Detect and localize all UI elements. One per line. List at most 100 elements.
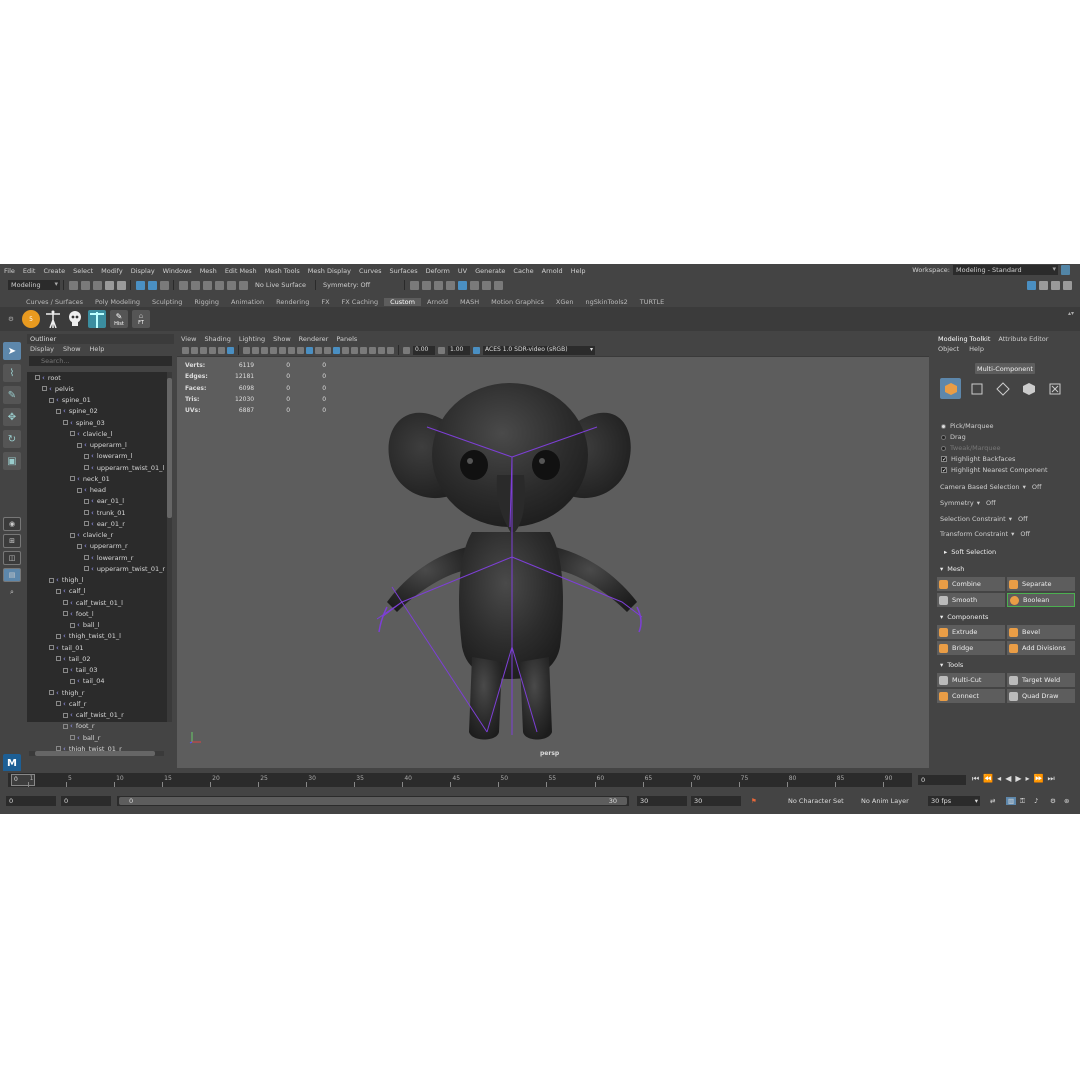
render-frame-icon[interactable] bbox=[421, 280, 431, 290]
antialias-icon[interactable] bbox=[378, 346, 385, 354]
select-by-object-icon[interactable] bbox=[147, 280, 157, 290]
select-by-hierarchy-icon[interactable] bbox=[135, 280, 145, 290]
expand-icon[interactable] bbox=[49, 397, 54, 403]
outliner-item-lowerarm-r[interactable]: ‹ lowerarm_r bbox=[84, 552, 133, 563]
hypershade-icon[interactable] bbox=[445, 280, 455, 290]
show-tool-settings-icon[interactable] bbox=[1051, 280, 1060, 290]
search-tool-icon[interactable]: ⌕ bbox=[3, 585, 21, 599]
menu-cache[interactable]: Cache bbox=[509, 267, 537, 275]
persp-graph-layout-icon[interactable]: ▤ bbox=[3, 568, 21, 582]
smooth-shade-icon[interactable] bbox=[306, 346, 313, 354]
expand-icon[interactable] bbox=[63, 667, 68, 673]
tab-attribute-editor[interactable]: Attribute Editor bbox=[998, 335, 1048, 343]
multi-cut-button[interactable]: Multi-Cut bbox=[937, 673, 1005, 687]
hist-button[interactable]: ✎ Hist bbox=[110, 310, 128, 328]
fps-dropdown[interactable]: 30 fps ▾ bbox=[928, 796, 980, 806]
outliner-item-clavicle-l[interactable]: ‹ clavicle_l bbox=[70, 428, 112, 439]
menuset-dropdown[interactable]: Modeling bbox=[8, 280, 60, 290]
viewport-menu-panels[interactable]: Panels bbox=[336, 335, 357, 343]
expand-icon[interactable] bbox=[84, 498, 89, 504]
shelf-tab-curves-surfaces[interactable]: Curves / Surfaces bbox=[20, 298, 89, 306]
safe-title-icon[interactable] bbox=[288, 346, 295, 354]
expand-icon[interactable] bbox=[84, 510, 89, 515]
outliner-item-ear-01-r[interactable]: ‹ ear_01_r bbox=[84, 518, 125, 529]
expand-icon[interactable] bbox=[77, 487, 82, 493]
bevel-button[interactable]: Bevel bbox=[1007, 625, 1075, 639]
lock-icon[interactable] bbox=[1061, 265, 1070, 275]
outliner-item-calf-twist-01-l[interactable]: ‹ calf_twist_01_l bbox=[63, 597, 123, 608]
snap-projected-center-icon[interactable] bbox=[214, 280, 224, 290]
menu-edit[interactable]: Edit bbox=[19, 267, 40, 275]
expand-icon[interactable] bbox=[84, 453, 89, 459]
expand-icon[interactable] bbox=[49, 690, 54, 695]
expand-icon[interactable] bbox=[56, 408, 61, 414]
target-weld-button[interactable]: Target Weld bbox=[1007, 673, 1075, 687]
shelf-tab-xgen[interactable]: XGen bbox=[550, 298, 580, 306]
symmetry-dropdown[interactable]: Symmetry: Off bbox=[323, 281, 370, 289]
extrude-button[interactable]: Extrude bbox=[937, 625, 1005, 639]
tweak-marquee-option[interactable]: Tweak/Marquee bbox=[941, 444, 1001, 452]
gate-mask-icon[interactable] bbox=[261, 346, 268, 354]
tab-modeling-toolkit[interactable]: Modeling Toolkit bbox=[938, 335, 990, 343]
paint-select-tool-icon[interactable]: ✎ bbox=[3, 386, 21, 404]
show-attribute-editor-icon[interactable] bbox=[1039, 280, 1048, 290]
expand-icon[interactable] bbox=[49, 577, 54, 583]
input-history-icon[interactable] bbox=[409, 280, 419, 290]
expand-icon[interactable] bbox=[63, 712, 68, 718]
step-back-frame-icon[interactable]: ◂ bbox=[997, 774, 1001, 784]
drag-option[interactable]: Drag bbox=[941, 433, 966, 441]
menu-mesh[interactable]: Mesh bbox=[196, 267, 221, 275]
soft-selection-section[interactable]: ▸ Soft Selection bbox=[941, 547, 1080, 557]
outliner-item-ball-r[interactable]: ‹ ball_r bbox=[70, 732, 100, 743]
snap-view-plane-icon[interactable] bbox=[226, 280, 236, 290]
camera-based-selection-dropdown[interactable]: Camera Based Selection ▾ Off bbox=[940, 483, 1078, 491]
shelf-tab-mash[interactable]: MASH bbox=[454, 298, 485, 306]
outliner-item-calf-l[interactable]: ‹ calf_l bbox=[56, 586, 86, 597]
highlight-nearest-option[interactable]: ✓ Highlight Nearest Component bbox=[941, 466, 1048, 474]
multi-component-button[interactable]: Multi-Component bbox=[975, 363, 1035, 374]
outliner-search-input[interactable]: Search... bbox=[29, 356, 172, 366]
toolkit-menu-help[interactable]: Help bbox=[969, 345, 984, 353]
shadows-icon[interactable] bbox=[360, 346, 367, 354]
expand-icon[interactable] bbox=[63, 611, 68, 617]
combine-button[interactable]: Combine bbox=[937, 577, 1005, 591]
outliner-item-foot-r[interactable]: ‹ foot_r bbox=[63, 721, 95, 732]
shelf-tab-arnold[interactable]: Arnold bbox=[421, 298, 454, 306]
exposure-field[interactable]: 0.00 bbox=[413, 345, 435, 355]
bridge-button[interactable]: Bridge bbox=[937, 641, 1005, 655]
playback-end-field[interactable]: 30 bbox=[637, 796, 687, 806]
pause-viewport-icon[interactable] bbox=[481, 280, 491, 290]
current-frame-field[interactable]: 0 bbox=[918, 775, 966, 785]
tpose-icon[interactable] bbox=[44, 310, 62, 328]
highlight-backfaces-option[interactable]: ✓ Highlight Backfaces bbox=[941, 455, 1015, 463]
sound-icon[interactable]: ▥ bbox=[1006, 797, 1017, 805]
live-surface-label[interactable]: No Live Surface bbox=[255, 281, 306, 289]
shelf-tab-poly-modeling[interactable]: Poly Modeling bbox=[89, 298, 146, 306]
move-tool-icon[interactable]: ✥ bbox=[3, 408, 21, 426]
tpose-blue-icon[interactable] bbox=[88, 310, 106, 328]
outliner-item-thigh-l[interactable]: ‹ thigh_l bbox=[49, 575, 84, 586]
menu-deform[interactable]: Deform bbox=[422, 267, 454, 275]
save-scene-icon[interactable] bbox=[92, 280, 102, 290]
shelf-tab-motion-graphics[interactable]: Motion Graphics bbox=[485, 298, 550, 306]
scene-end-field[interactable]: 30 bbox=[691, 796, 741, 806]
expand-icon[interactable] bbox=[56, 633, 61, 639]
outliner-item-lowerarm-l[interactable]: ‹ lowerarm_l bbox=[84, 451, 133, 462]
play-forward-icon[interactable]: ▶ bbox=[1015, 774, 1021, 784]
four-view-layout-icon[interactable]: ⊞ bbox=[3, 534, 21, 548]
wireframe-icon[interactable] bbox=[297, 346, 304, 354]
shelf-tab-turtle[interactable]: TURTLE bbox=[634, 298, 670, 306]
scene-start-field[interactable]: 0 bbox=[6, 796, 56, 806]
outliner-item-tail-02[interactable]: ‹ tail_02 bbox=[56, 653, 90, 664]
expand-icon[interactable] bbox=[77, 543, 82, 549]
shelf-button-five[interactable]: 5 bbox=[22, 310, 40, 328]
vertex-mode-icon[interactable] bbox=[966, 378, 987, 399]
edge-mode-icon[interactable] bbox=[992, 378, 1013, 399]
render-settings-icon[interactable] bbox=[433, 280, 443, 290]
field-chart-icon[interactable] bbox=[270, 346, 277, 354]
bookmark-icon[interactable] bbox=[200, 346, 207, 354]
lights-icon[interactable] bbox=[351, 346, 358, 354]
components-section[interactable]: ▾ Components bbox=[937, 612, 1076, 622]
grid-toggle-icon[interactable] bbox=[218, 346, 225, 354]
outliner-item-root[interactable]: ‹ root bbox=[35, 372, 61, 383]
